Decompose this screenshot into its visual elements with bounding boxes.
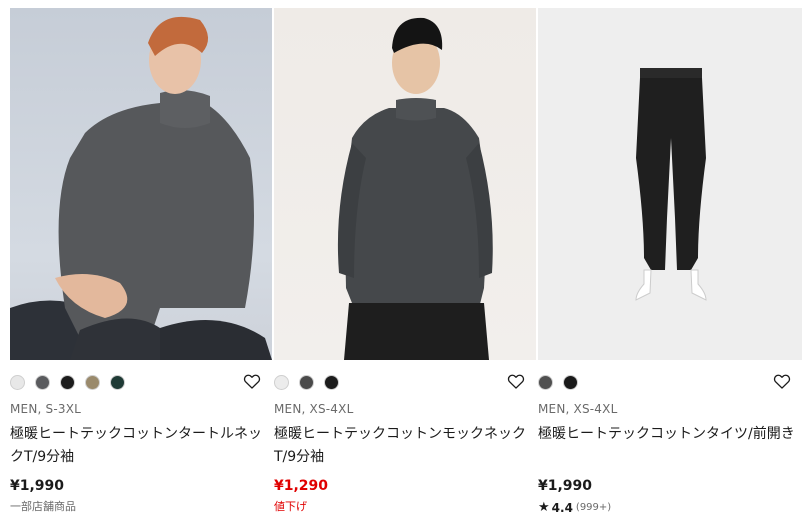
product-image[interactable]	[10, 8, 272, 360]
product-price: ¥1,290	[274, 478, 329, 494]
color-swatch[interactable]	[85, 374, 100, 390]
gender-size-label: MEN, XS-4XL	[274, 402, 354, 416]
favorite-heart-icon[interactable]	[506, 371, 526, 391]
product-card[interactable]: MEN, XS-4XL 極暖ヒートテックコットンモックネックT/9分袖 ¥1,2…	[274, 8, 536, 514]
product-grid: MEN, S-3XL 極暖ヒートテックコットンタートルネックT/9分袖 ¥1,9…	[0, 0, 802, 515]
color-swatch[interactable]	[274, 374, 289, 390]
rating: ★ 4.4 (999+)	[538, 500, 802, 516]
product-name[interactable]: 極暖ヒートテックコットンタイツ/前開き	[538, 423, 802, 469]
product-name[interactable]: 極暖ヒートテックコットンタートルネックT/9分袖	[10, 423, 272, 469]
gender-size-label: MEN, S-3XL	[10, 402, 82, 416]
favorite-heart-icon[interactable]	[242, 371, 262, 391]
color-swatches	[274, 368, 536, 396]
product-price: ¥1,990	[10, 478, 65, 494]
star-icon: ★	[538, 500, 550, 515]
product-image[interactable]	[538, 8, 802, 360]
price-reduced-note: 値下げ	[274, 500, 307, 513]
review-count: (999+)	[575, 502, 612, 513]
favorite-heart-icon[interactable]	[772, 371, 792, 391]
color-swatch[interactable]	[60, 374, 75, 390]
color-swatch[interactable]	[35, 374, 50, 390]
product-image[interactable]	[274, 8, 536, 360]
gender-size-label: MEN, XS-4XL	[538, 402, 618, 416]
color-swatch[interactable]	[10, 374, 25, 390]
color-swatches	[538, 368, 802, 396]
color-swatch[interactable]	[110, 374, 125, 390]
rating-score: 4.4	[551, 501, 573, 515]
color-swatch[interactable]	[563, 374, 578, 390]
product-price: ¥1,990	[538, 478, 593, 494]
color-swatches	[10, 368, 272, 396]
product-card[interactable]: MEN, S-3XL 極暖ヒートテックコットンタートルネックT/9分袖 ¥1,9…	[10, 8, 272, 514]
store-note: 一部店舗商品	[10, 500, 76, 513]
product-card[interactable]: MEN, XS-4XL 極暖ヒートテックコットンタイツ/前開き ¥1,990 ★…	[538, 8, 802, 516]
color-swatch[interactable]	[324, 374, 339, 390]
product-name[interactable]: 極暖ヒートテックコットンモックネックT/9分袖	[274, 423, 536, 469]
color-swatch[interactable]	[299, 374, 314, 390]
color-swatch[interactable]	[538, 374, 553, 390]
